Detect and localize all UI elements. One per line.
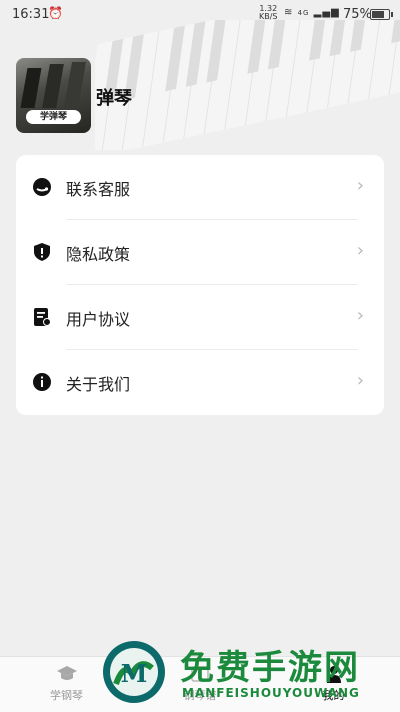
menu-item-label: 隐私政策 (66, 245, 131, 264)
watermark-title: 免费手游网 (180, 648, 360, 688)
status-time: 16:31 (12, 7, 50, 22)
shield-icon (34, 243, 50, 261)
piano-keys-decoration (95, 20, 400, 150)
headset-icon (33, 178, 51, 196)
info-icon (33, 373, 51, 391)
menu-item-user-agreement[interactable]: 用户协议 › (16, 285, 384, 350)
menu-item-privacy-policy[interactable]: 隐私政策 › (16, 220, 384, 285)
avatar[interactable]: 学弹琴 (16, 58, 91, 133)
watermark: M 免费手游网 MANFEISHOUYOUWANG (102, 638, 392, 708)
chevron-right-icon: › (356, 175, 364, 196)
menu-item-label: 联系客服 (66, 180, 131, 199)
avatar-badge: 学弹琴 (26, 110, 81, 124)
graduation-cap-icon (56, 666, 77, 680)
signal-icons: ≋ 4G ▂▄▆ (284, 7, 340, 18)
menu-item-label: 用户协议 (66, 310, 131, 329)
app-name: 弹琴 (96, 88, 132, 109)
signal-icon: ▂▄▆ (313, 7, 340, 18)
menu-item-about-us[interactable]: 关于我们 › (16, 350, 384, 415)
alarm-icon: ⏰ (48, 6, 63, 20)
chevron-right-icon: › (356, 305, 364, 326)
network-type: 4G (297, 9, 310, 17)
battery-icon (370, 9, 393, 20)
chevron-right-icon: › (356, 240, 364, 261)
svg-text:M: M (121, 659, 148, 688)
wifi-icon: ≋ (284, 7, 294, 18)
network-speed: 1.32 KB/S (259, 4, 278, 21)
chevron-right-icon: › (356, 370, 364, 391)
document-icon (34, 308, 51, 326)
menu-card: 联系客服 › 隐私政策 › 用户协议 › 关于我们 › (16, 155, 384, 415)
watermark-subtitle: MANFEISHOUYOUWANG (182, 686, 360, 700)
menu-item-label: 关于我们 (66, 375, 131, 394)
watermark-logo: M (103, 641, 165, 703)
menu-item-contact-service[interactable]: 联系客服 › (16, 155, 384, 220)
